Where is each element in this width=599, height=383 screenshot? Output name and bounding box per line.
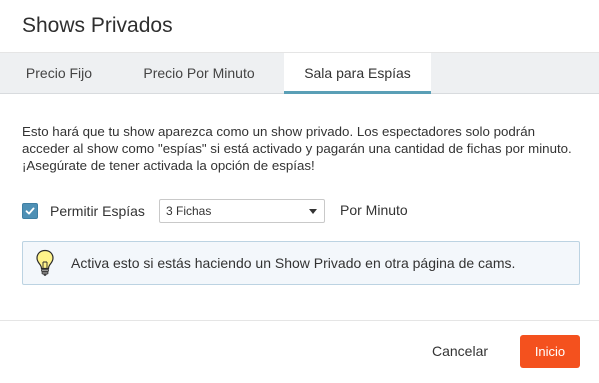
dialog-header: Shows Privados (0, 0, 599, 53)
footer-divider (0, 320, 599, 321)
tab-bar: Precio Fijo Precio Por Minuto Sala para … (0, 53, 599, 94)
tab-spy-room[interactable]: Sala para Espías (284, 53, 431, 94)
cancel-button[interactable]: Cancelar (432, 343, 488, 359)
start-button[interactable]: Inicio (520, 335, 580, 368)
dialog-title: Shows Privados (22, 14, 173, 37)
lightbulb-icon (36, 249, 54, 276)
checkmark-icon (25, 207, 35, 215)
per-minute-label: Por Minuto (340, 202, 408, 218)
spy-option-row: Permitir Espías 3 Fichas Por Minuto (22, 199, 408, 223)
tab-fixed-price[interactable]: Precio Fijo (0, 53, 118, 93)
chevron-down-icon (309, 208, 317, 214)
spy-tokens-select-value: 3 Fichas (166, 204, 212, 218)
spy-tokens-select[interactable]: 3 Fichas (159, 199, 325, 223)
info-text: Activa esto si estás haciendo un Show Pr… (71, 255, 516, 271)
allow-spies-label[interactable]: Permitir Espías (50, 203, 145, 219)
spy-room-description: Esto hará que tu show aparezca como un s… (22, 124, 572, 173)
info-box: Activa esto si estás haciendo un Show Pr… (22, 241, 580, 285)
private-shows-dialog: Shows Privados Precio Fijo Precio Por Mi… (0, 0, 599, 383)
tab-price-per-minute[interactable]: Precio Por Minuto (124, 53, 274, 93)
allow-spies-checkbox[interactable] (22, 203, 38, 219)
